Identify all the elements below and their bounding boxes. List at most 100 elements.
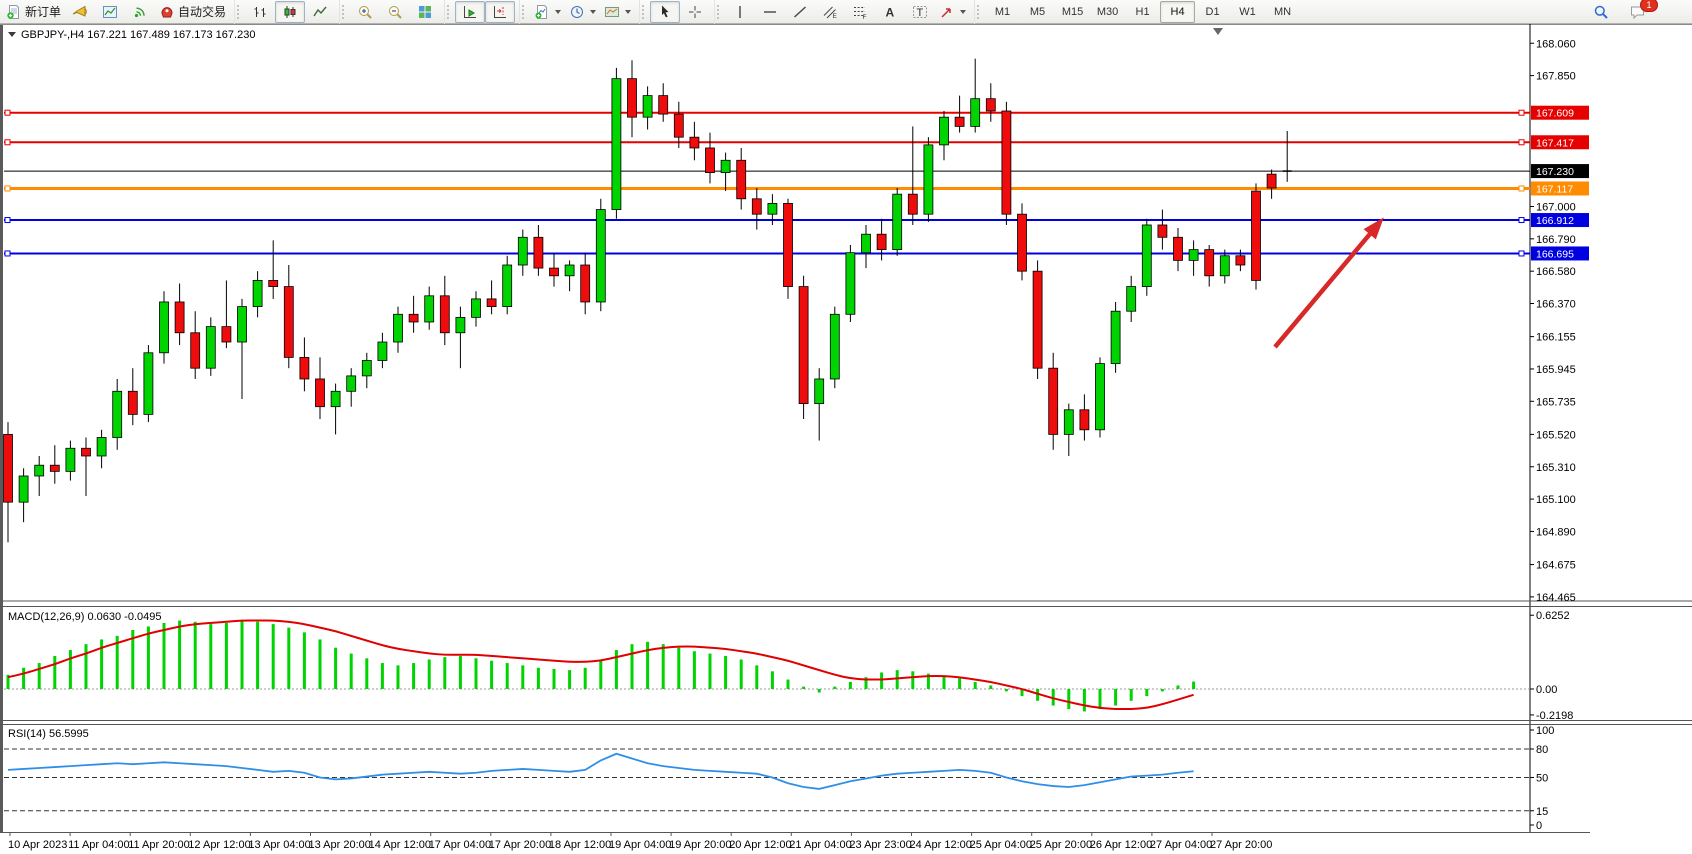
tf-button-d1[interactable]: D1: [1195, 1, 1230, 23]
zoom-out-button[interactable]: [380, 1, 410, 23]
periods-button[interactable]: [565, 1, 600, 23]
zoom-group: [339, 0, 444, 24]
new-order-icon: [6, 4, 22, 20]
svg-text:165.735: 165.735: [1536, 396, 1576, 408]
crosshair-button[interactable]: [680, 1, 710, 23]
macd-pane: [4, 621, 1530, 712]
tf-button-m1[interactable]: M1: [985, 1, 1020, 23]
market-watch-icon: [102, 4, 118, 20]
svg-text:17 Apr 04:00: 17 Apr 04:00: [429, 839, 491, 851]
macd-axis-labels: 0.62520.00-0.2198: [1530, 610, 1573, 722]
chart-window: 168.060167.850167.000166.790166.580166.3…: [0, 24, 1692, 854]
market-watch-button[interactable]: [95, 1, 125, 23]
chart-title-text: GBPJPY-,H4 167.221 167.489 167.173 167.2…: [21, 29, 255, 41]
line-chart-button[interactable]: [305, 1, 335, 23]
tf-button-w1[interactable]: W1: [1230, 1, 1265, 23]
alerts-button[interactable]: [65, 1, 95, 23]
cursor-group: [639, 0, 714, 24]
trendline-icon: [792, 4, 808, 20]
auto-scroll-button[interactable]: [455, 1, 485, 23]
equidistant-channel-button[interactable]: E: [815, 1, 845, 23]
indicators-button[interactable]: [530, 1, 565, 23]
svg-text:14 Apr 12:00: 14 Apr 12:00: [369, 839, 431, 851]
chat-button[interactable]: 1: [1622, 1, 1652, 23]
rsi-line: [8, 754, 1194, 789]
auto-trading-button[interactable]: 自动交易: [155, 1, 230, 23]
tf-button-h1[interactable]: H1: [1125, 1, 1160, 23]
svg-text:80: 80: [1536, 744, 1548, 756]
fibonacci-button[interactable]: F: [845, 1, 875, 23]
svg-text:27 Apr 20:00: 27 Apr 20:00: [1210, 839, 1272, 851]
svg-text:168.060: 168.060: [1536, 38, 1576, 50]
svg-text:100: 100: [1536, 725, 1554, 737]
chart-shift-marker[interactable]: [1213, 28, 1223, 35]
svg-text:167.117: 167.117: [1536, 183, 1573, 195]
zoom-in-icon: [357, 4, 373, 20]
svg-text:167.850: 167.850: [1536, 71, 1576, 83]
svg-text:17 Apr 20:00: 17 Apr 20:00: [489, 839, 551, 851]
candles-layer: [4, 59, 1292, 543]
rsi-pane: 1008050150: [4, 725, 1554, 832]
notification-badge: 1: [1640, 0, 1658, 12]
line-chart-icon: [312, 4, 328, 20]
cursor-icon: [657, 4, 673, 20]
new-order-button[interactable]: 新订单: [2, 1, 65, 23]
svg-text:166.580: 166.580: [1536, 266, 1576, 278]
svg-text:0.6252: 0.6252: [1536, 610, 1570, 622]
bar-chart-button[interactable]: [245, 1, 275, 23]
svg-text:20 Apr 12:00: 20 Apr 12:00: [729, 839, 791, 851]
arrows-button[interactable]: [935, 1, 970, 23]
collapse-indicators-icon[interactable]: [8, 32, 16, 37]
horizontal-line-button[interactable]: [755, 1, 785, 23]
candlestick-chart-button[interactable]: [275, 1, 305, 23]
svg-text:166.695: 166.695: [1536, 248, 1574, 260]
arrow-tool-icon: [939, 4, 955, 20]
svg-text:27 Apr 04:00: 27 Apr 04:00: [1150, 839, 1212, 851]
auto-trading-icon: [159, 4, 175, 20]
signals-button[interactable]: [125, 1, 155, 23]
templates-caret-icon: [625, 10, 631, 14]
svg-text:15: 15: [1536, 806, 1548, 818]
tf-button-m5[interactable]: M5: [1020, 1, 1055, 23]
svg-text:164.675: 164.675: [1536, 560, 1576, 572]
svg-text:25 Apr 04:00: 25 Apr 04:00: [970, 839, 1032, 851]
candlestick-chart[interactable]: 168.060167.850167.000166.790166.580166.3…: [0, 24, 1692, 854]
svg-text:19 Apr 04:00: 19 Apr 04:00: [609, 839, 671, 851]
tf-button-h4[interactable]: H4: [1160, 1, 1195, 23]
text-button[interactable]: A: [875, 1, 905, 23]
text-label-button[interactable]: T: [905, 1, 935, 23]
new-order-label: 新订单: [25, 3, 61, 20]
tf-button-mn[interactable]: MN: [1265, 1, 1300, 23]
auto-trading-label: 自动交易: [178, 3, 226, 20]
svg-text:26 Apr 12:00: 26 Apr 12:00: [1090, 839, 1152, 851]
chart-shift-icon: [492, 4, 508, 20]
svg-text:165.945: 165.945: [1536, 364, 1576, 376]
tf-button-m30[interactable]: M30: [1090, 1, 1125, 23]
svg-text:166.370: 166.370: [1536, 299, 1576, 311]
trade-group: 新订单 自动交易: [0, 0, 234, 24]
periods-caret-icon: [590, 10, 596, 14]
vertical-line-button[interactable]: [725, 1, 755, 23]
svg-text:24 Apr 12:00: 24 Apr 12:00: [910, 839, 972, 851]
svg-text:167.609: 167.609: [1536, 108, 1574, 120]
search-icon: [1593, 4, 1609, 20]
scroll-group: [444, 0, 519, 24]
trendline-button[interactable]: [785, 1, 815, 23]
level-lines: [4, 110, 1530, 256]
tf-button-m15[interactable]: M15: [1055, 1, 1090, 23]
trend-arrow-annotation[interactable]: [1275, 230, 1374, 347]
tile-windows-button[interactable]: [410, 1, 440, 23]
zoom-in-button[interactable]: [350, 1, 380, 23]
insert-group: [519, 0, 639, 24]
svg-text:164.890: 164.890: [1536, 526, 1576, 538]
text-label-icon: T: [912, 4, 928, 20]
indicators-icon: [534, 4, 550, 20]
chart-shift-button[interactable]: [485, 1, 515, 23]
cursor-button[interactable]: [650, 1, 680, 23]
svg-text:165.100: 165.100: [1536, 494, 1576, 506]
templates-button[interactable]: [600, 1, 635, 23]
svg-text:12 Apr 12:00: 12 Apr 12:00: [188, 839, 250, 851]
main-toolbar: 新订单 自动交易: [0, 0, 1692, 24]
search-button[interactable]: [1586, 1, 1616, 23]
horizontal-line-icon: [762, 4, 778, 20]
